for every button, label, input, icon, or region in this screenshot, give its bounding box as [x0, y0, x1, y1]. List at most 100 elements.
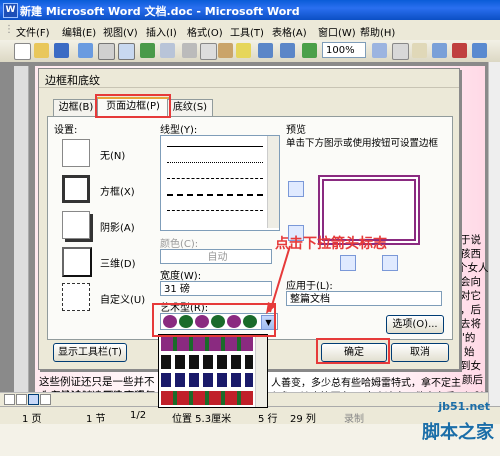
web-view-icon[interactable]: [16, 394, 27, 405]
setting-custom-label[interactable]: 自定义(U): [100, 291, 145, 306]
new-document-icon[interactable]: [14, 43, 31, 60]
research-icon[interactable]: [160, 43, 175, 58]
setting-3d-label[interactable]: 三维(D): [100, 255, 136, 270]
doc-line-right: 人善变，多少总有些哈姆雷特式，拿不定主: [271, 378, 461, 389]
menu-view[interactable]: 视图(V): [103, 24, 138, 39]
undo-icon[interactable]: [258, 43, 273, 58]
show-toolbar-button[interactable]: 显示工具栏(T): [53, 343, 127, 362]
highlight-ok-button: [316, 338, 390, 364]
line-option[interactable]: [167, 178, 263, 179]
doc-fragment: 个女人: [457, 262, 489, 274]
tab-borders[interactable]: 边框(B): [53, 99, 99, 116]
copy-icon[interactable]: [200, 43, 217, 60]
format-painter-icon[interactable]: [236, 43, 251, 58]
doc-fragment: 对它: [460, 290, 481, 302]
paste-icon[interactable]: [218, 43, 233, 58]
line-option[interactable]: [167, 146, 263, 147]
vertical-scrollbar[interactable]: [488, 62, 500, 406]
watermark-name: 脚本之家: [422, 422, 494, 443]
left-border-button-icon[interactable]: [340, 255, 356, 271]
doc-fragment: 会向: [460, 276, 481, 288]
art-option[interactable]: [161, 391, 253, 405]
menu-table[interactable]: 表格(A): [272, 24, 307, 39]
color-label: 颜色(C):: [160, 239, 199, 250]
tables-borders-icon[interactable]: [372, 43, 387, 58]
spelling-icon[interactable]: [140, 43, 155, 58]
menu-help[interactable]: 帮助(H): [360, 24, 395, 39]
status-col: 29 列: [290, 414, 316, 425]
menu-file[interactable]: 文件(F): [16, 24, 50, 39]
doc-fragment: 始: [464, 346, 475, 358]
doc-fragment: 去将: [460, 318, 481, 330]
open-folder-icon[interactable]: [34, 43, 49, 58]
hyperlink-icon[interactable]: [302, 43, 317, 58]
line-option[interactable]: [167, 210, 263, 211]
top-border-button-icon[interactable]: [288, 181, 304, 197]
setting-box-icon[interactable]: [62, 175, 90, 203]
window-title: 新建 Microsoft Word 文档.doc - Microsoft Wor…: [20, 5, 300, 18]
linestyle-list[interactable]: [160, 135, 280, 231]
line-option[interactable]: [167, 162, 263, 163]
status-pages: 1/2: [130, 410, 147, 421]
menu-edit[interactable]: 编辑(E): [62, 24, 96, 39]
highlight-page-border-tab: [95, 94, 171, 118]
art-option[interactable]: [161, 355, 253, 369]
menu-format[interactable]: 格式(O): [187, 24, 223, 39]
normal-view-icon[interactable]: [4, 394, 15, 405]
art-list-scrollbar[interactable]: [255, 335, 267, 407]
status-record: 录制: [344, 414, 364, 425]
dialog-titlebar: 边框和底纹: [39, 69, 459, 88]
art-option[interactable]: [161, 373, 253, 387]
print-view-icon[interactable]: [28, 394, 39, 405]
linestyle-label: 线型(Y):: [160, 125, 198, 136]
setting-shadow-icon[interactable]: [62, 211, 90, 239]
columns-icon[interactable]: [412, 43, 427, 58]
document-map-icon[interactable]: [452, 43, 467, 58]
setting-shadow-label[interactable]: 阴影(A): [100, 219, 135, 234]
setting-custom-icon[interactable]: [62, 283, 90, 311]
tab-shading[interactable]: 底纹(S): [167, 99, 213, 116]
art-option[interactable]: [161, 337, 253, 351]
show-hide-icon[interactable]: [472, 43, 487, 58]
menu-tools[interactable]: 工具(T): [230, 24, 264, 39]
setting-box-label[interactable]: 方框(X): [100, 183, 135, 198]
menu-window[interactable]: 窗口(W): [318, 24, 356, 39]
status-line: 5 行: [258, 414, 278, 425]
width-select[interactable]: 31 磅: [160, 281, 272, 296]
menu-insert[interactable]: 插入(I): [146, 24, 177, 39]
highlight-art-select: [152, 303, 276, 337]
print-preview-icon[interactable]: [118, 43, 135, 60]
setting-3d-icon[interactable]: [62, 247, 92, 277]
menu-grip-icon: ⋮: [4, 24, 14, 35]
dialog-title: 边框和底纹: [45, 74, 100, 87]
save-icon[interactable]: [54, 43, 69, 58]
doc-fragment: 到女: [460, 360, 481, 372]
cut-icon[interactable]: [182, 43, 197, 58]
cancel-button[interactable]: 取消: [391, 343, 449, 362]
drawing-icon[interactable]: [432, 43, 447, 58]
right-border-button-icon[interactable]: [382, 255, 398, 271]
doc-fragment: 孩西: [460, 248, 481, 260]
settings-label: 设置:: [54, 125, 78, 136]
outline-view-icon[interactable]: [40, 394, 51, 405]
doc-fragment: 颜后: [462, 374, 483, 386]
apply-select[interactable]: 整篇文档: [286, 291, 442, 306]
annotation-text: 点击下拉箭头标志: [275, 236, 387, 252]
setting-none-label[interactable]: 无(N): [100, 147, 125, 162]
linestyle-scrollbar[interactable]: [267, 136, 279, 228]
setting-none-icon[interactable]: [62, 139, 90, 167]
menu-bar: ⋮ 文件(F) 编辑(E) 视图(V) 插入(I) 格式(O) 工具(T) 表格…: [0, 20, 500, 41]
art-dropdown-list[interactable]: [158, 334, 268, 408]
redo-icon[interactable]: [280, 43, 295, 58]
doc-fragment: ，后: [460, 304, 481, 316]
print-icon[interactable]: [98, 43, 115, 60]
permission-icon[interactable]: [78, 43, 93, 58]
vertical-ruler: [14, 66, 29, 406]
line-option[interactable]: [167, 194, 263, 196]
insert-table-icon[interactable]: [392, 43, 409, 60]
color-select[interactable]: 自动: [160, 249, 272, 264]
options-button[interactable]: 选项(O)...: [386, 315, 444, 334]
word-app-icon: W: [3, 3, 18, 18]
zoom-select[interactable]: 100%: [322, 42, 366, 58]
doc-line: 这些例证还只是一些并不: [39, 376, 155, 388]
